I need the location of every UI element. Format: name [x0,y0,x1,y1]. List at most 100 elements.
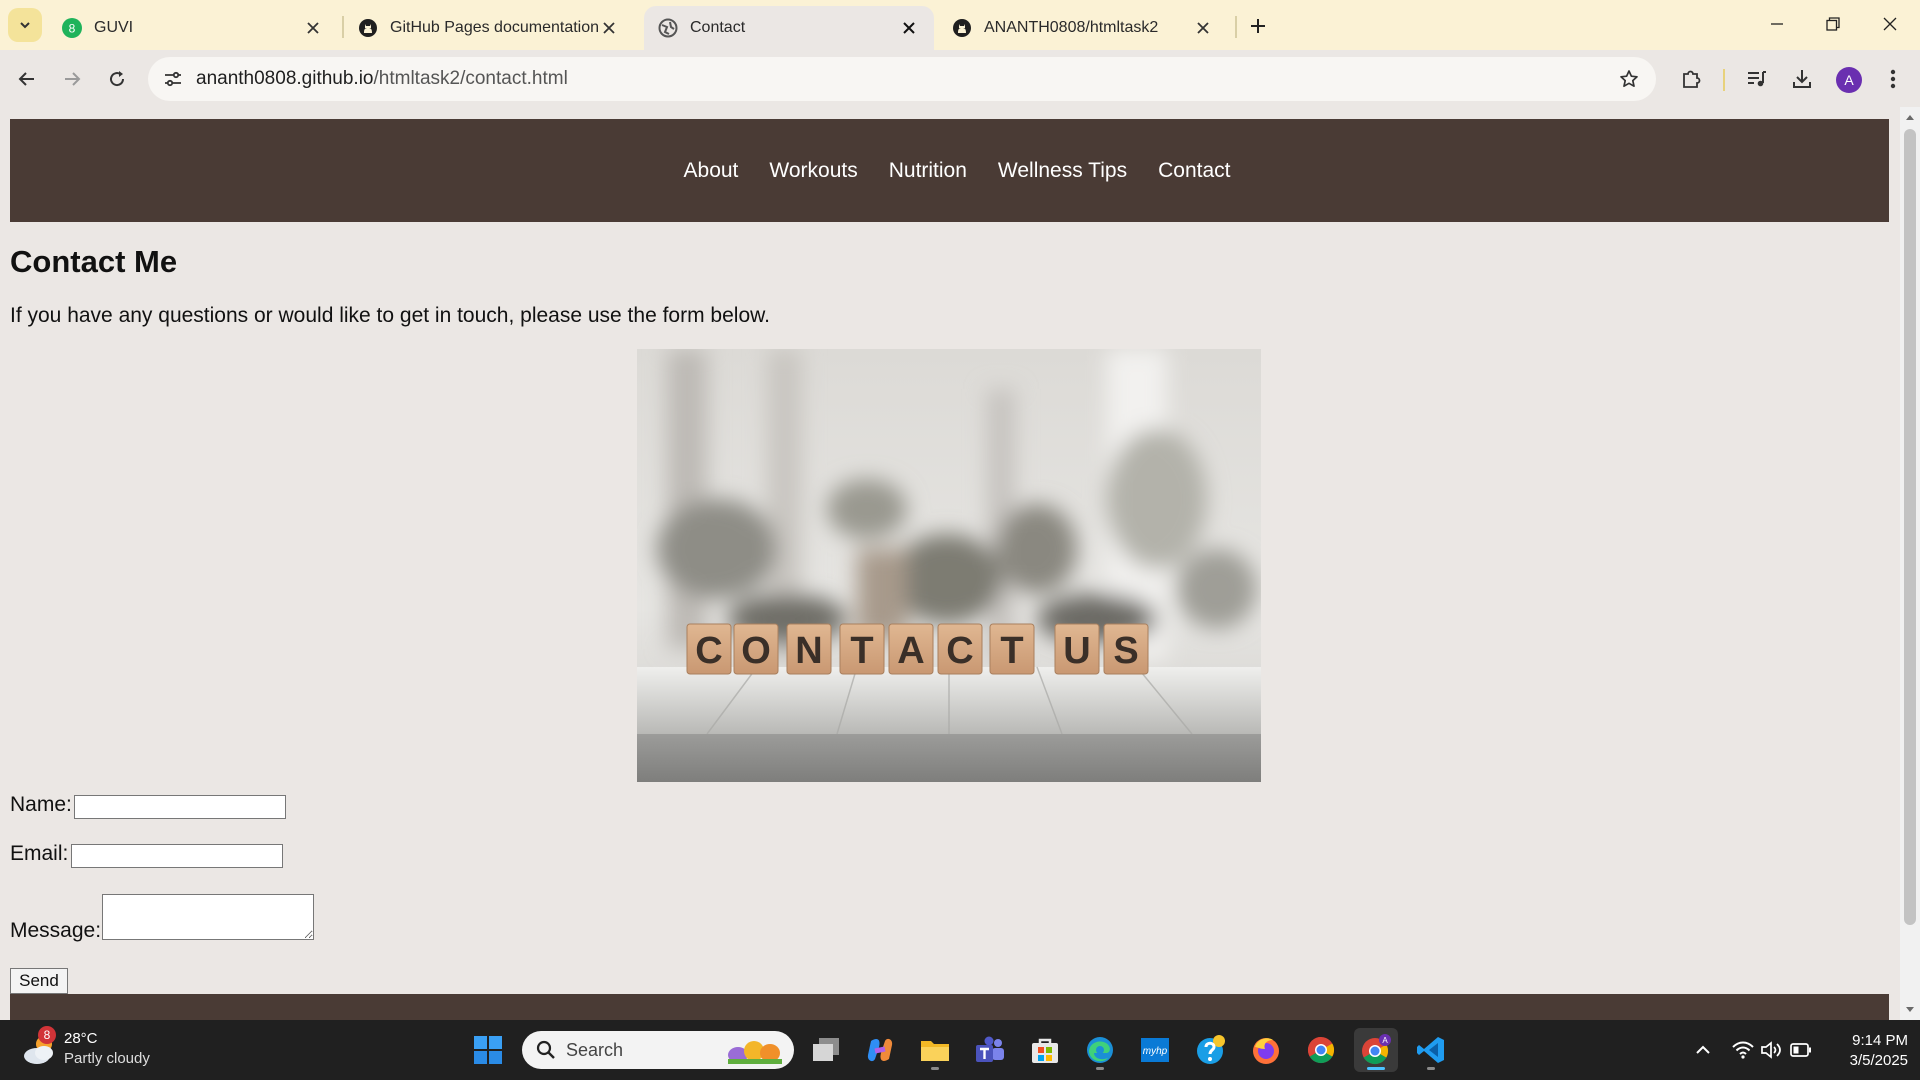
browser-toolbar: ananth0808.github.io/htmltask2/contact.h… [0,50,1920,107]
profile-avatar[interactable]: A [1836,67,1862,93]
edge-icon [1087,1037,1113,1063]
reload-button[interactable] [100,62,134,96]
arrow-right-icon [65,72,81,86]
globe-icon [658,18,678,38]
nav-link-wellness-tips[interactable]: Wellness Tips [998,159,1127,183]
task-view-icon [813,1038,839,1061]
myhp-button[interactable]: myhp [1133,1028,1177,1072]
tab-title: Contact [690,19,746,36]
new-tab-button[interactable] [1244,12,1272,40]
vscode-icon [1417,1037,1444,1063]
start-button[interactable] [466,1028,510,1072]
svg-text:myhp: myhp [1143,1046,1168,1057]
downloads-button[interactable] [1785,62,1819,96]
task-view-button[interactable] [804,1028,848,1072]
block-letter: S [1113,630,1138,672]
download-icon [1793,70,1811,88]
nav-link-contact[interactable]: Contact [1158,159,1230,183]
letter-block: A [888,623,934,675]
browser-menu-button[interactable] [1876,62,1910,96]
letter-block: U [1054,623,1100,675]
more-vertical-icon [1890,69,1896,89]
firefox-button[interactable] [1244,1028,1288,1072]
wifi-status-button[interactable] [1728,1032,1758,1068]
url-path: /htmltask2/contact.html [373,68,568,89]
vscode-button[interactable] [1409,1028,1453,1072]
send-button[interactable]: Send [10,968,68,994]
minimize-icon [1771,23,1783,25]
close-icon[interactable] [302,17,324,39]
restore-button[interactable] [1810,6,1856,42]
email-field[interactable] [71,844,283,868]
scroll-up-arrow-icon[interactable] [1904,111,1916,123]
page-scrollbar[interactable] [1900,107,1920,1020]
letter-block: C [937,623,983,675]
taskbar-search[interactable]: Search [522,1031,794,1069]
site-info-icon[interactable] [160,66,186,92]
plus-icon [1251,19,1265,33]
running-indicator [1367,1067,1385,1070]
teams-button[interactable] [968,1028,1012,1072]
windows-logo-icon [474,1036,502,1064]
name-field[interactable] [74,795,286,819]
myhp-icon: myhp [1141,1038,1169,1062]
puzzle-icon [1683,70,1701,88]
block-letter: N [795,630,822,672]
extensions-button[interactable] [1674,62,1708,96]
close-icon[interactable] [598,17,620,39]
nav-link-workouts[interactable]: Workouts [769,159,857,183]
speaker-icon [1761,1041,1781,1059]
nav-link-about[interactable]: About [684,159,739,183]
tab-title: ANANTH0808/htmltask2 [984,19,1159,36]
back-button[interactable] [10,62,44,96]
search-icon [536,1040,555,1059]
chrome-profile-icon: A [1362,1034,1391,1065]
address-bar[interactable]: ananth0808.github.io/htmltask2/contact.h… [148,57,1656,101]
message-field[interactable] [102,894,314,940]
scrollbar-thumb[interactable] [1904,129,1916,925]
nav-link-nutrition[interactable]: Nutrition [889,159,967,183]
contact-us-image: CONTACTUS [637,349,1261,782]
microsoft-store-button[interactable] [1023,1028,1067,1072]
battery-icon [1790,1043,1811,1057]
tab-github-repo[interactable]: ANANTH0808/htmltask2 [938,6,1228,50]
url-text[interactable]: ananth0808.github.io/htmltask2/contact.h… [196,68,568,90]
reload-icon [110,71,125,87]
file-explorer-button[interactable] [913,1028,957,1072]
letter-blocks: CONTACTUS [686,623,1149,675]
edge-button[interactable] [1078,1028,1122,1072]
close-icon[interactable] [898,17,920,39]
bookmark-star-icon[interactable] [1616,66,1642,92]
arrow-left-icon [18,72,34,86]
show-hidden-icons-button[interactable] [1688,1032,1718,1068]
forward-button[interactable] [55,62,89,96]
message-label: Message: [10,919,102,942]
minimize-button[interactable] [1754,6,1800,42]
search-highlight-flowers-icon [728,1041,782,1064]
system-clock[interactable]: 9:14 PM 3/5/2025 [1816,1031,1908,1071]
help-question-icon [1197,1035,1225,1064]
chrome-button[interactable] [1299,1028,1343,1072]
tab-guvi[interactable]: 8 GUVI [48,6,338,50]
block-letter: C [946,630,973,672]
tab-divider [1235,16,1237,38]
weather-condition: Partly cloudy [64,1050,150,1067]
tab-github-pages-docs[interactable]: GitHub Pages documentation - [344,6,634,50]
media-controls-button[interactable] [1740,62,1774,96]
scroll-down-arrow-icon[interactable] [1904,1004,1916,1016]
copilot-button[interactable] [858,1028,902,1072]
weather-widget[interactable]: 8 28°C Partly cloudy [18,1026,218,1072]
firefox-icon [1253,1038,1279,1064]
site-nav: About Workouts Nutrition Wellness Tips C… [684,159,1231,183]
volume-button[interactable] [1757,1032,1787,1068]
hp-support-button[interactable] [1189,1028,1233,1072]
tab-search-button[interactable] [8,8,42,42]
tab-contact[interactable]: Contact [644,6,934,50]
chrome-profile-button[interactable]: A [1354,1028,1398,1072]
close-icon[interactable] [1192,17,1214,39]
battery-button[interactable] [1786,1032,1816,1068]
close-window-button[interactable] [1867,6,1913,42]
page-viewport: About Workouts Nutrition Wellness Tips C… [0,107,1900,1020]
clock-date: 3/5/2025 [1849,1052,1908,1069]
store-icon [1032,1038,1058,1063]
